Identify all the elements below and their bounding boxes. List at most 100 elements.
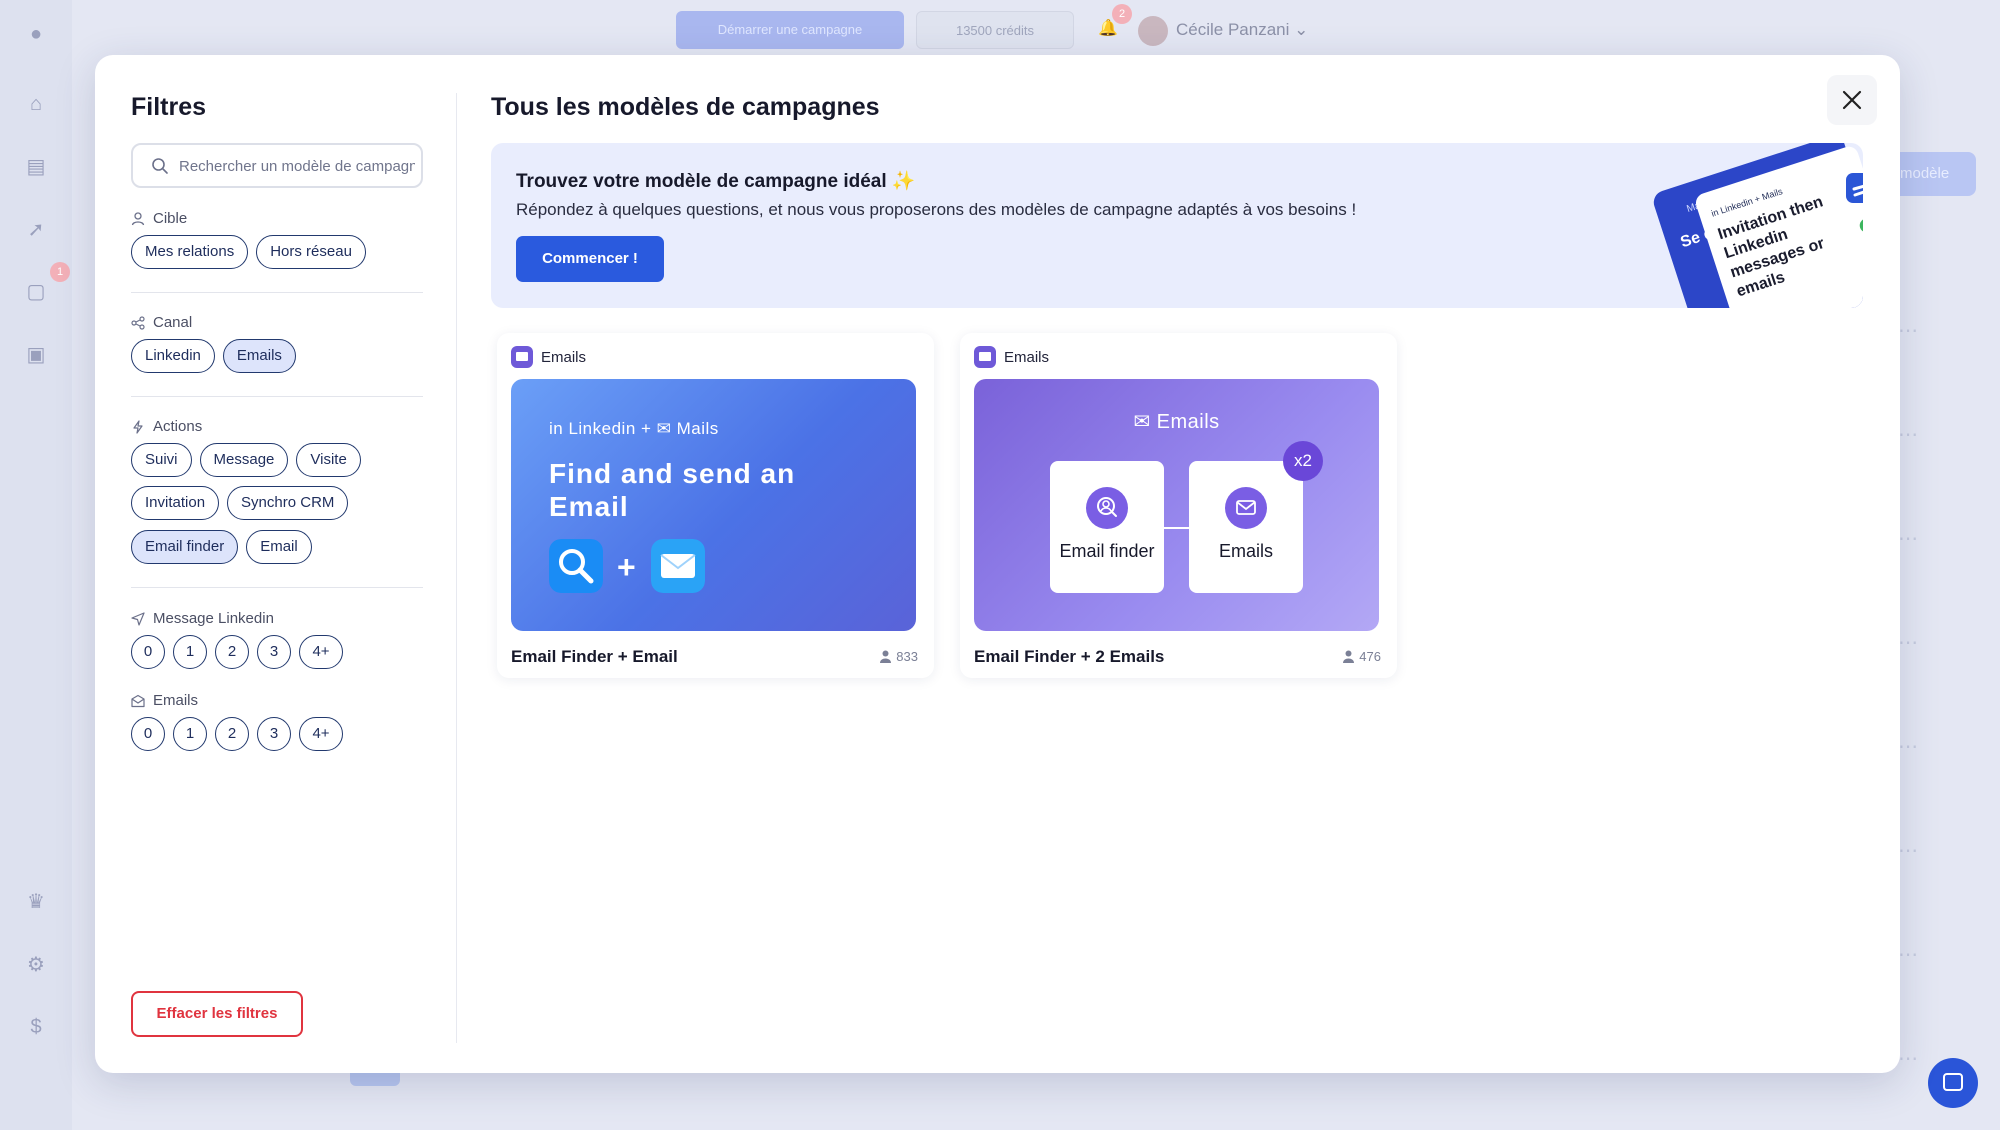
- chat-icon: [1943, 1073, 1963, 1091]
- plus-icon: +: [617, 549, 636, 585]
- chip-linkedin-3[interactable]: 3: [257, 635, 291, 669]
- step-label: Email finder: [1059, 541, 1155, 561]
- app-sidebar: ● ⌂ ▤ ➚ 1 ▢ ▣ ♛ ⚙ $: [0, 0, 72, 1130]
- chip-emails-4plus[interactable]: 4+: [299, 717, 343, 751]
- chip-visite[interactable]: Visite: [296, 443, 361, 477]
- row-menu-icon: ⋯: [1898, 840, 1918, 862]
- search-app-icon: [549, 539, 603, 593]
- user-search-icon: [1086, 487, 1128, 529]
- target-chips: Mes relations Hors réseau: [131, 235, 366, 269]
- rocket-icon[interactable]: ➚: [24, 218, 48, 242]
- user-name[interactable]: Cécile Panzani ⌄: [1176, 20, 1308, 40]
- search-icon: [152, 158, 168, 174]
- chip-emails[interactable]: Emails: [222, 339, 296, 373]
- card-channel: Emails: [511, 346, 586, 368]
- step-connector: [1164, 527, 1190, 529]
- divider: [131, 587, 423, 588]
- briefcase-icon[interactable]: ▣: [24, 343, 48, 367]
- chip-emails-2[interactable]: 2: [215, 717, 249, 751]
- chip-emails-0[interactable]: 0: [131, 717, 165, 751]
- envelope-icon: [131, 694, 145, 707]
- thumbnail-channels: in Linkedin + ✉ Mails: [549, 419, 719, 438]
- linkedin-messages-chips: 0 1 2 3 4+: [131, 635, 343, 669]
- start-campaign-button[interactable]: Démarrer une campagne: [676, 11, 904, 49]
- step-emails: Emails: [1189, 461, 1303, 593]
- user-icon: [131, 211, 145, 225]
- chip-linkedin-0[interactable]: 0: [131, 635, 165, 669]
- chip-linkedin[interactable]: Linkedin: [131, 339, 215, 373]
- thumbnail-header: ✉ Emails: [1133, 411, 1220, 433]
- notification-count: 2: [1112, 4, 1132, 24]
- emails-section-label: Emails: [131, 692, 198, 709]
- clear-filters-button[interactable]: Effacer les filtres: [131, 991, 303, 1037]
- emails-chips: 0 1 2 3 4+: [131, 717, 343, 751]
- chip-message[interactable]: Message: [199, 443, 289, 477]
- home-icon[interactable]: ⌂: [24, 92, 48, 116]
- channel-section-label: Canal: [131, 314, 192, 331]
- chip-email-finder[interactable]: Email finder: [131, 530, 239, 564]
- template-card-email-finder-2-emails[interactable]: Emails ✉ Emails Email finder Emails x2 E…: [960, 333, 1397, 678]
- row-menu-icon: ⋯: [1898, 320, 1918, 342]
- templates-modal: Filtres Cible Mes relations Hors réseau …: [95, 55, 1900, 1073]
- contacts-icon[interactable]: ▤: [24, 155, 48, 179]
- chip-synchro-crm[interactable]: Synchro CRM: [227, 486, 349, 520]
- close-icon: [1842, 90, 1862, 110]
- chip-linkedin-4plus[interactable]: 4+: [299, 635, 343, 669]
- divider: [131, 292, 423, 293]
- template-card-email-finder-email[interactable]: Emails in Linkedin + ✉ Mails Find and se…: [497, 333, 934, 678]
- template-usage-count: 833: [880, 649, 918, 664]
- channel-chips: Linkedin Emails: [131, 339, 296, 373]
- template-name: Email Finder + Email: [511, 647, 678, 666]
- avatar[interactable]: [1138, 16, 1168, 46]
- template-name: Email Finder + 2 Emails: [974, 647, 1165, 666]
- chip-suivi[interactable]: Suivi: [131, 443, 192, 477]
- step-email-finder: Email finder: [1050, 461, 1164, 593]
- row-menu-icon: ⋯: [1898, 944, 1918, 966]
- close-button[interactable]: [1827, 75, 1877, 125]
- chip-linkedin-2[interactable]: 2: [215, 635, 249, 669]
- finder-banner: Trouvez votre modèle de campagne idéal ✨…: [491, 143, 1863, 308]
- template-thumbnail: ✉ Emails Email finder Emails x2: [974, 379, 1379, 631]
- column-divider: [456, 93, 457, 1043]
- search-box[interactable]: [131, 143, 423, 188]
- person-icon: [880, 650, 892, 663]
- divider: [131, 396, 423, 397]
- bolt-icon: [133, 419, 143, 434]
- actions-chips-row2: Invitation Synchro CRM: [131, 486, 349, 520]
- actions-chips-row1: Suivi Message Visite: [131, 443, 361, 477]
- multiplier-badge: x2: [1283, 441, 1323, 481]
- filters-panel: Filtres Cible Mes relations Hors réseau …: [131, 55, 431, 1073]
- credits-badge[interactable]: 13500 crédits: [916, 11, 1074, 49]
- mail-app-icon: [651, 539, 705, 593]
- share-icon: [131, 315, 145, 330]
- filters-title: Filtres: [131, 93, 207, 121]
- target-section-label: Cible: [131, 210, 187, 227]
- settings-icon[interactable]: ⚙: [24, 953, 48, 977]
- search-input[interactable]: [179, 155, 415, 177]
- chip-emails-1[interactable]: 1: [173, 717, 207, 751]
- sidebar-badge: 1: [50, 262, 70, 282]
- start-button[interactable]: Commencer !: [516, 236, 664, 282]
- person-icon: [1343, 650, 1355, 663]
- chip-linkedin-1[interactable]: 1: [173, 635, 207, 669]
- row-menu-icon: ⋯: [1898, 424, 1918, 446]
- messages-icon[interactable]: ▢: [24, 280, 48, 304]
- mail-icon: [511, 346, 533, 368]
- step-label: Emails: [1218, 541, 1273, 561]
- thumbnail-title: Find and send an Email: [549, 458, 796, 522]
- chat-button[interactable]: [1928, 1058, 1978, 1108]
- mail-icon: [974, 346, 996, 368]
- chip-emails-3[interactable]: 3: [257, 717, 291, 751]
- chip-hors-reseau[interactable]: Hors réseau: [256, 235, 366, 269]
- chip-mes-relations[interactable]: Mes relations: [131, 235, 249, 269]
- banner-subtitle: Répondez à quelques questions, et nous v…: [516, 200, 1357, 219]
- linkedin-messages-section-label: Message Linkedin: [131, 610, 274, 627]
- page-title: Tous les modèles de campagnes: [491, 93, 880, 121]
- template-thumbnail: in Linkedin + ✉ Mails Find and send an E…: [511, 379, 916, 631]
- row-menu-icon: ⋯: [1898, 736, 1918, 758]
- crown-icon[interactable]: ♛: [24, 890, 48, 914]
- send-icon: [131, 611, 145, 626]
- chip-invitation[interactable]: Invitation: [131, 486, 220, 520]
- billing-icon[interactable]: $: [24, 1015, 48, 1039]
- chip-email[interactable]: Email: [246, 530, 312, 564]
